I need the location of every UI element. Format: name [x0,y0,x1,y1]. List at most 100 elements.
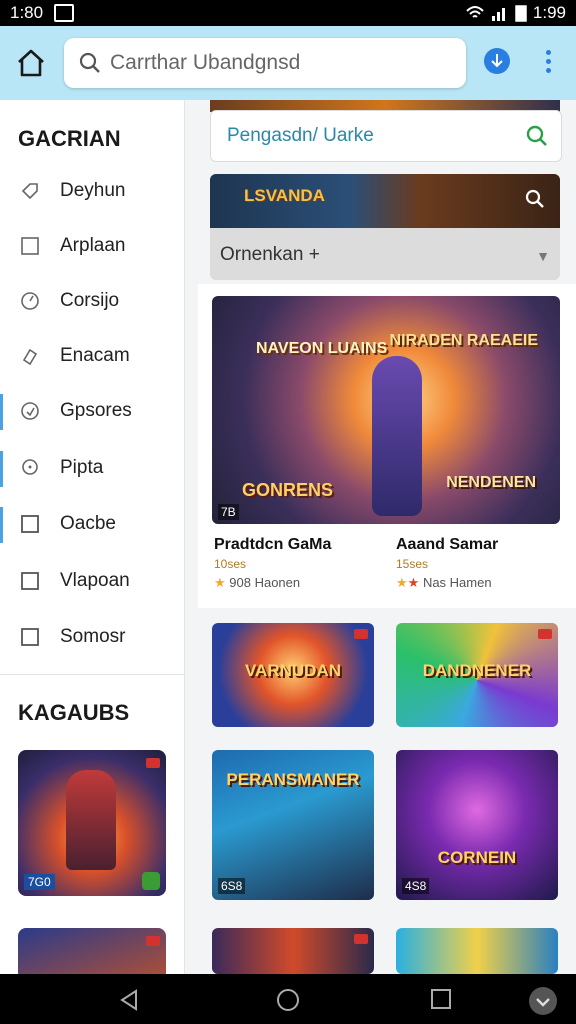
star-icon: ★ [396,575,408,590]
status-icons: 1:99 [465,3,566,23]
search-bar[interactable]: Carrthar Ubandgnsd [64,38,466,88]
featured-game-image[interactable]: NAVEON LUAINS NIRADEN RAEAEIE GONRENS NE… [212,296,560,524]
sidebar-item-somosr[interactable]: Somosr [0,616,184,660]
filter-search-box[interactable]: Pengasdn/ Uarke [210,110,562,162]
compass-icon [21,292,39,310]
filter-text: Pengasdn/ Uarke [227,125,374,146]
home-icon[interactable] [14,46,48,80]
download-icon [491,54,503,68]
star-icon: ★ [214,575,226,590]
link-icon [22,348,38,366]
more-options-icon[interactable] [540,48,556,78]
recents-icon[interactable] [430,988,452,1010]
art-title: NAVEON LUAINS [256,340,388,357]
sidebar-item-gpsores[interactable]: Gpsores [0,390,184,434]
status-time: 1:80 [10,3,44,22]
card-corner-icon [354,934,368,944]
game-card[interactable]: VARNUDAN [212,623,374,727]
card-corner-icon [146,936,160,946]
top-app-bar: Carrthar Ubandgnsd [0,26,576,100]
notification-icon [54,4,74,22]
game-card[interactable]: PERANSMANER 6S8 [212,750,374,900]
game-rating: ★ 908 Haonen [214,575,331,591]
game-card-title: DANDNENER [422,661,532,680]
game-info-left[interactable]: Pradtdcn GaMa 10ses ★ 908 Haonen [214,536,331,591]
art-title: NIRADEN RAEAEIE [389,332,538,349]
sort-dropdown[interactable]: Ornenkan + [220,244,320,266]
signal-icon [491,8,505,21]
search-icon [79,52,100,73]
game-sub: 15ses [396,557,429,571]
home-nav-icon[interactable] [276,988,300,1012]
game-card[interactable]: CORNEIN 4S8 [396,750,558,900]
game-card[interactable]: DANDNENER [396,623,558,727]
location-icon [22,459,38,475]
game-card[interactable] [212,928,374,974]
sidebar-divider [0,674,184,675]
banner-image: LSVANDA [210,174,560,228]
chevron-down-icon[interactable]: ▼ [536,248,550,264]
card-corner-icon [538,629,552,639]
sidebar: GACRIAN Deyhun Arplaan Corsijo Enacam Gp… [0,100,185,974]
sidebar-item-label: Deyhun [60,180,126,201]
sidebar-item-deyhun[interactable]: Deyhun [0,170,184,214]
image-badge: 7B [218,504,239,520]
sidebar-item-label: Enacam [60,345,130,366]
game-card-title: PERANSMANER [226,770,360,789]
sidebar-item-label: Corsijo [60,290,120,311]
art-title: GONRENS [242,480,334,500]
sidebar-game-card[interactable] [18,928,166,974]
banner-logo: LSVANDA [244,186,325,205]
game-name: Aaand Samar [396,536,499,553]
download-button[interactable] [484,48,510,74]
star-icon: ★ [407,575,420,590]
character-art [372,356,422,516]
sidebar-section-title: GACRIAN [18,126,121,151]
sidebar-item-enacam[interactable]: Enacam [0,335,184,379]
character-art [66,770,116,870]
tag-icon [21,183,38,200]
search-icon[interactable] [525,124,549,148]
sidebar-item-label: Oacbe [60,513,116,534]
wifi-icon [466,6,484,18]
rating-text: Nas Hamen [422,575,492,590]
sidebar-item-label: Gpsores [60,400,132,421]
banner-card[interactable]: LSVANDA Ornenkan + ▼ [210,174,560,280]
sidebar-game-card[interactable]: 7G0 [18,750,166,896]
app-icon [142,872,160,890]
checkbox-icon [21,628,39,646]
battery-icon [515,5,527,22]
art-title: NENDENEN [446,474,536,491]
status-bar: 1:80 1:99 [0,0,576,26]
sidebar-item-label: Somosr [60,626,126,647]
card-corner-icon [146,758,160,768]
sidebar-item-oacbe[interactable]: Oacbe [0,503,184,547]
card-badge: 6S8 [218,878,246,894]
game-name: Pradtdcn GaMa [214,536,332,553]
sidebar-item-corsijo[interactable]: Corsijo [0,280,184,324]
sidebar-item-vlapoan[interactable]: Vlapoan [0,560,184,604]
card-corner-icon [354,629,368,639]
search-icon[interactable] [524,188,546,210]
game-card-title: VARNUDAN [244,661,341,680]
sidebar-item-label: Arplaan [60,235,126,256]
game-sub: 10ses [214,557,247,571]
sidebar-item-label: Vlapoan [60,570,130,591]
card-badge: 7G0 [24,874,55,890]
rating-text: 908 Haonen [229,575,301,590]
game-card-title: CORNEIN [437,848,517,867]
assistant-icon[interactable] [528,986,558,1016]
status-time-right: 1:99 [532,3,566,22]
sidebar-item-arplaan[interactable]: Arplaan [0,225,184,269]
system-nav-bar [0,974,576,1024]
main-content: Pengasdn/ Uarke LSVANDA Ornenkan + ▼ NAV… [198,100,576,974]
game-info-right[interactable]: Aaand Samar 15ses ★★ Nas Hamen [396,536,498,591]
game-rating: ★★ Nas Hamen [396,575,498,591]
refresh-icon [21,402,39,420]
back-icon[interactable] [118,988,140,1012]
card-badge: 4S8 [402,878,430,894]
checkbox-icon [21,515,39,533]
sidebar-item-pipta[interactable]: Pipta [0,447,184,491]
game-card[interactable] [396,928,558,974]
search-input[interactable]: Carrthar Ubandgnsd [110,51,300,75]
